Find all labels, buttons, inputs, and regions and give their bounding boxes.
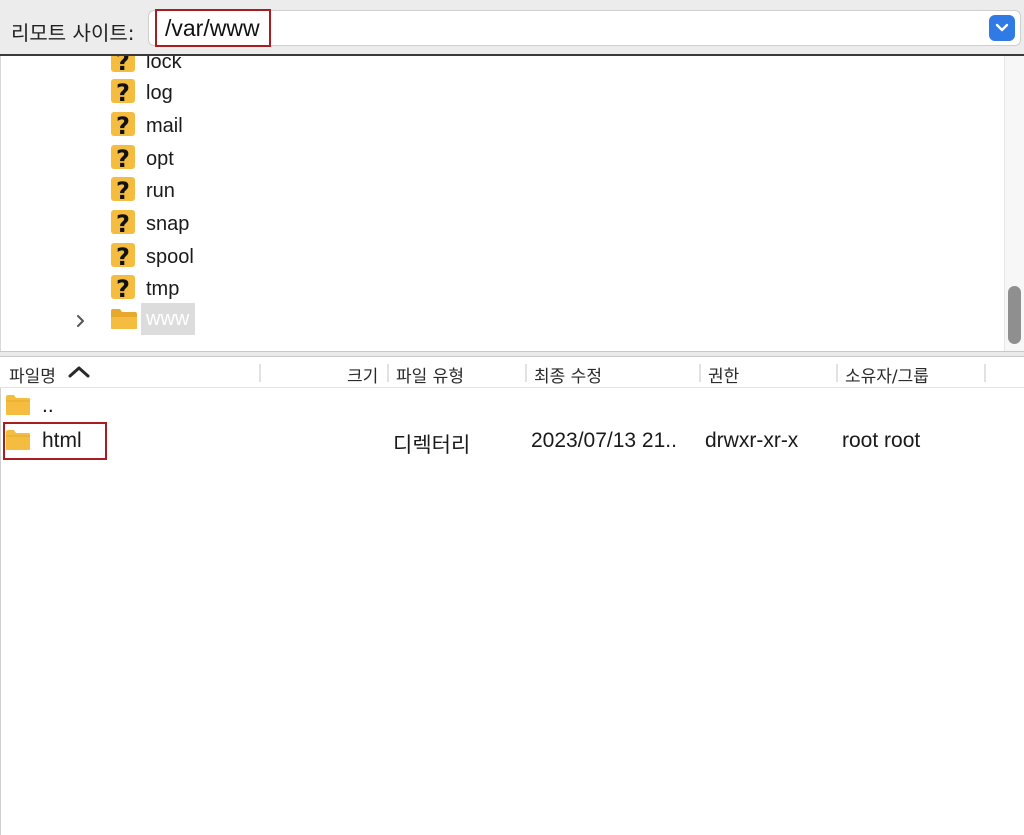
tree-item-label: snap bbox=[146, 213, 190, 235]
column-header-name[interactable]: 파일명 bbox=[9, 362, 56, 387]
svg-text:?: ? bbox=[116, 145, 130, 172]
column-separator[interactable] bbox=[387, 364, 389, 382]
svg-text:?: ? bbox=[116, 210, 130, 237]
column-header-modified[interactable]: 최종 수정 bbox=[534, 362, 602, 387]
folder-icon bbox=[6, 430, 30, 450]
unknown-folder-icon: ? bbox=[111, 145, 135, 172]
column-separator[interactable] bbox=[984, 364, 986, 382]
svg-text:?: ? bbox=[116, 112, 130, 139]
tree-scrollbar-thumb[interactable] bbox=[1008, 286, 1021, 344]
file-name: html bbox=[42, 429, 82, 452]
tree-item-label: www bbox=[141, 303, 196, 335]
svg-text:?: ? bbox=[116, 56, 130, 75]
unknown-folder-icon: ? bbox=[111, 243, 135, 270]
svg-text:?: ? bbox=[116, 79, 130, 106]
column-header-type[interactable]: 파일 유형 bbox=[396, 362, 464, 387]
tree-item-label: mail bbox=[146, 115, 183, 137]
remote-directory-tree[interactable]: ? lock ? log ? mail ? opt ? run ? snap ?… bbox=[0, 56, 1024, 351]
tree-item-label: tmp bbox=[146, 278, 180, 300]
svg-text:?: ? bbox=[116, 275, 130, 302]
tree-item[interactable]: ? spool bbox=[1, 240, 991, 272]
column-separator[interactable] bbox=[699, 364, 701, 382]
file-name: .. bbox=[42, 394, 54, 417]
tree-item[interactable]: ? log bbox=[1, 76, 991, 108]
tree-item[interactable]: ? snap bbox=[1, 207, 991, 239]
unknown-folder-icon: ? bbox=[111, 275, 135, 302]
tree-item[interactable]: ? lock bbox=[1, 56, 991, 77]
column-header-permissions[interactable]: 권한 bbox=[708, 362, 739, 387]
path-dropdown-button[interactable] bbox=[989, 15, 1015, 41]
tree-item[interactable]: ? run bbox=[1, 174, 991, 206]
tree-item[interactable]: ? tmp bbox=[1, 272, 991, 304]
tree-item-label: log bbox=[146, 82, 173, 104]
folder-icon bbox=[6, 395, 30, 415]
chevron-right-icon[interactable] bbox=[76, 314, 86, 328]
tree-item-label: lock bbox=[146, 56, 182, 73]
column-separator[interactable] bbox=[525, 364, 527, 382]
unknown-folder-icon: ? bbox=[111, 112, 135, 139]
unknown-folder-icon: ? bbox=[111, 210, 135, 237]
remote-path-combobox[interactable] bbox=[148, 10, 1021, 46]
file-row-parent[interactable]: .. bbox=[0, 390, 1024, 424]
unknown-folder-icon: ? bbox=[111, 79, 135, 106]
file-row-html[interactable]: html 디렉터리 2023/07/13 21.. drwxr-xr-x roo… bbox=[0, 424, 1024, 458]
remote-site-label: 리모트 사이트: bbox=[11, 21, 135, 45]
column-header-size[interactable]: 크기 bbox=[347, 362, 378, 387]
unknown-folder-icon: ? bbox=[111, 56, 135, 75]
tree-item[interactable]: ? opt bbox=[1, 142, 991, 174]
remote-path-input[interactable] bbox=[155, 11, 965, 45]
file-list-header: 파일명 크기 파일 유형 최종 수정 권한 소유자/그룹 bbox=[0, 357, 1024, 388]
tree-item-label: run bbox=[146, 180, 175, 202]
tree-item-selected[interactable]: www bbox=[1, 303, 991, 337]
tree-item-label: spool bbox=[146, 246, 194, 268]
unknown-folder-icon: ? bbox=[111, 177, 135, 204]
chevron-down-icon bbox=[995, 23, 1009, 32]
remote-site-bar: 리모트 사이트: bbox=[0, 0, 1024, 56]
file-owner: root root bbox=[842, 429, 921, 452]
svg-text:?: ? bbox=[116, 177, 130, 204]
sort-ascending-icon[interactable] bbox=[67, 365, 91, 379]
folder-open-icon bbox=[111, 309, 137, 329]
file-permissions: drwxr-xr-x bbox=[705, 429, 799, 452]
tree-item[interactable]: ? mail bbox=[1, 109, 991, 141]
file-type: 디렉터리 bbox=[393, 434, 471, 457]
column-separator[interactable] bbox=[836, 364, 838, 382]
tree-item-label: opt bbox=[146, 148, 174, 170]
file-modified: 2023/07/13 21.. bbox=[531, 429, 677, 452]
column-header-owner[interactable]: 소유자/그룹 bbox=[845, 362, 929, 387]
svg-text:?: ? bbox=[116, 243, 130, 270]
column-separator[interactable] bbox=[259, 364, 261, 382]
